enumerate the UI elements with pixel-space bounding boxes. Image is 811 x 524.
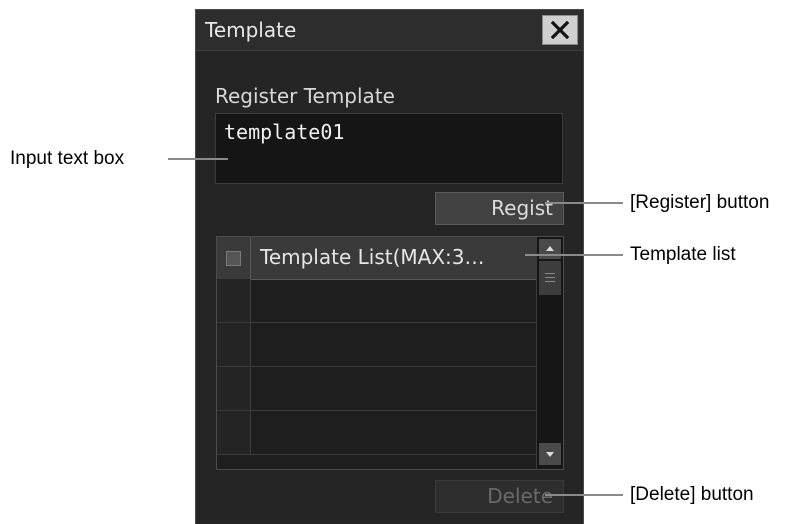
row-check-cell[interactable] [217, 411, 251, 454]
close-button[interactable] [542, 15, 578, 45]
template-list-header: Template List(MAX:3… [217, 237, 536, 280]
callout-register-button: [Register] button [630, 192, 770, 213]
row-check-cell[interactable] [217, 367, 251, 410]
callout-template-list: Template list [630, 244, 736, 265]
table-row[interactable] [217, 279, 536, 323]
scroll-down-button[interactable] [539, 443, 561, 465]
table-row[interactable] [217, 367, 536, 411]
row-check-cell[interactable] [217, 323, 251, 366]
template-list: Template List(MAX:3… [216, 236, 564, 470]
thumb-grip-line [545, 273, 555, 274]
scroll-up-button[interactable] [539, 239, 561, 259]
callout-line-list [525, 254, 623, 256]
select-all-cell [217, 237, 251, 279]
row-name-cell [251, 411, 536, 454]
callout-input-text-box: Input text box [10, 148, 125, 169]
dialog-titlebar: Template [196, 10, 583, 51]
row-name-cell [251, 323, 536, 366]
template-dialog: Template Register Template template01 Re… [195, 9, 584, 524]
callout-line-register [545, 202, 623, 204]
select-all-checkbox[interactable] [226, 251, 241, 266]
template-name-input[interactable]: template01 [215, 113, 563, 184]
scroll-thumb[interactable] [539, 261, 561, 295]
thumb-grip-line [545, 277, 555, 278]
table-row[interactable] [217, 323, 536, 367]
delete-button[interactable]: Delete [435, 480, 564, 513]
table-row[interactable] [217, 411, 536, 455]
close-icon [551, 21, 569, 39]
register-template-label: Register Template [215, 84, 395, 108]
callout-line-input [168, 158, 228, 160]
thumb-grip-line [545, 281, 555, 282]
dialog-title: Template [205, 18, 297, 42]
template-list-title: Template List(MAX:3… [260, 245, 485, 269]
arrow-down-icon [546, 452, 554, 457]
callout-line-delete [545, 494, 623, 496]
row-name-cell [251, 367, 536, 410]
list-scrollbar[interactable] [536, 237, 563, 469]
row-check-cell[interactable] [217, 279, 251, 322]
arrow-up-icon [546, 246, 554, 251]
register-button[interactable]: Regist [435, 192, 564, 225]
callout-delete-button: [Delete] button [630, 484, 754, 505]
row-name-cell [251, 279, 536, 322]
